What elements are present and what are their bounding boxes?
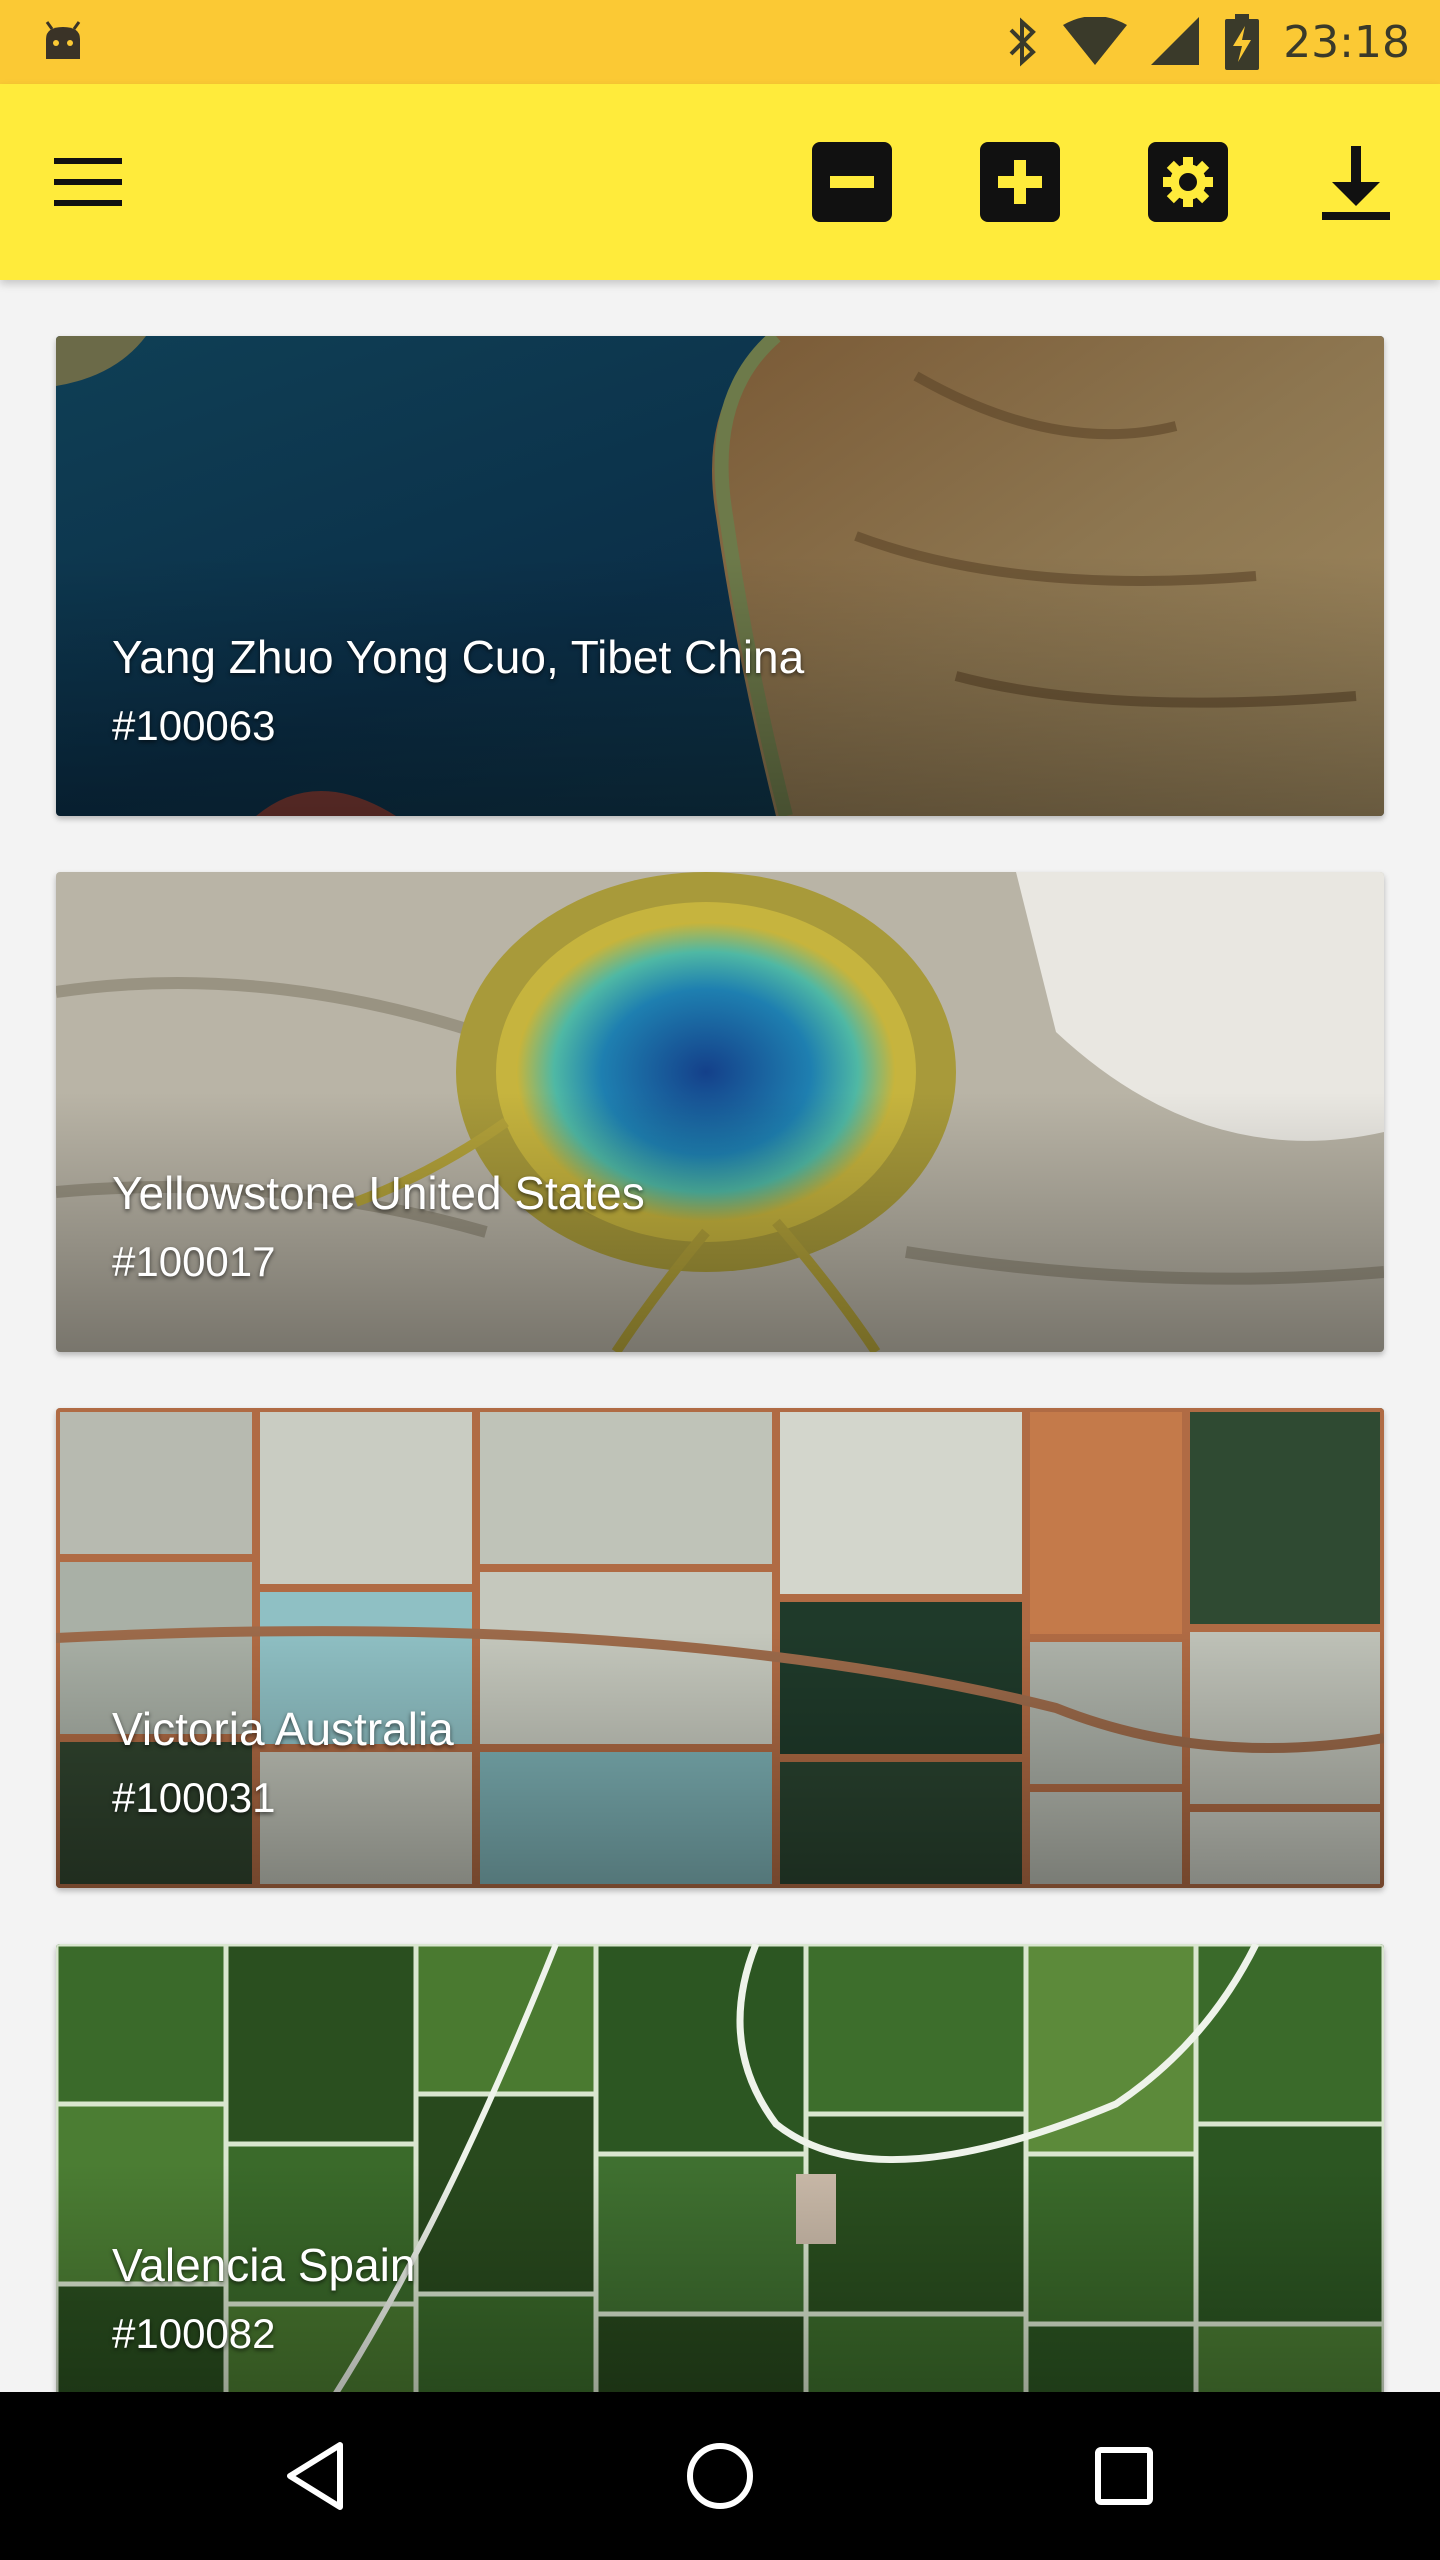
home-button[interactable] [660, 2416, 780, 2536]
card-overlay [56, 1628, 1384, 1888]
card-id: #100017 [112, 1238, 276, 1285]
wallpaper-card[interactable]: Valencia Spain #100082 [56, 1944, 1384, 2392]
battery-charging-icon [1225, 14, 1260, 70]
card-title: Victoria Australia [112, 1703, 454, 1755]
zoom-out-button[interactable] [808, 138, 896, 226]
bluetooth-icon [1009, 17, 1037, 67]
recents-button[interactable] [1064, 2416, 1184, 2536]
wallpaper-card[interactable]: Yellowstone United States #100017 [56, 872, 1384, 1352]
card-id: #100063 [112, 702, 276, 749]
menu-icon [54, 158, 122, 206]
zoom-in-button[interactable] [976, 138, 1064, 226]
wallpaper-card[interactable]: Victoria Australia #100031 [56, 1408, 1384, 1888]
zoom-out-icon [812, 142, 892, 222]
android-icon [45, 21, 81, 59]
card-overlay [56, 1092, 1384, 1352]
download-button[interactable] [1312, 138, 1400, 226]
card-title: Yang Zhuo Yong Cuo, Tibet China [112, 631, 805, 683]
card-id: #100082 [112, 2310, 276, 2357]
wallpaper-feed[interactable]: Yang Zhuo Yong Cuo, Tibet China #100063 [0, 280, 1440, 2392]
download-icon [1322, 146, 1390, 220]
zoom-in-icon [980, 142, 1060, 222]
settings-icon [1148, 142, 1228, 222]
card-title: Yellowstone United States [112, 1167, 645, 1219]
back-button[interactable] [256, 2416, 376, 2536]
status-bar: 23:18 [0, 0, 1440, 84]
wallpaper-card[interactable]: Yang Zhuo Yong Cuo, Tibet China #100063 [56, 336, 1384, 816]
home-icon [687, 2443, 753, 2509]
back-icon [287, 2442, 343, 2510]
signal-icon [1151, 17, 1200, 65]
app-bar [0, 84, 1440, 280]
card-title: Valencia Spain [112, 2239, 416, 2291]
card-id: #100031 [112, 1774, 276, 1821]
card-overlay [56, 556, 1384, 816]
wifi-icon [1063, 17, 1128, 65]
status-time: 23:18 [1283, 16, 1410, 68]
menu-button[interactable] [48, 142, 128, 222]
settings-button[interactable] [1144, 138, 1232, 226]
recents-icon [1095, 2447, 1153, 2505]
navigation-bar [0, 2392, 1440, 2560]
